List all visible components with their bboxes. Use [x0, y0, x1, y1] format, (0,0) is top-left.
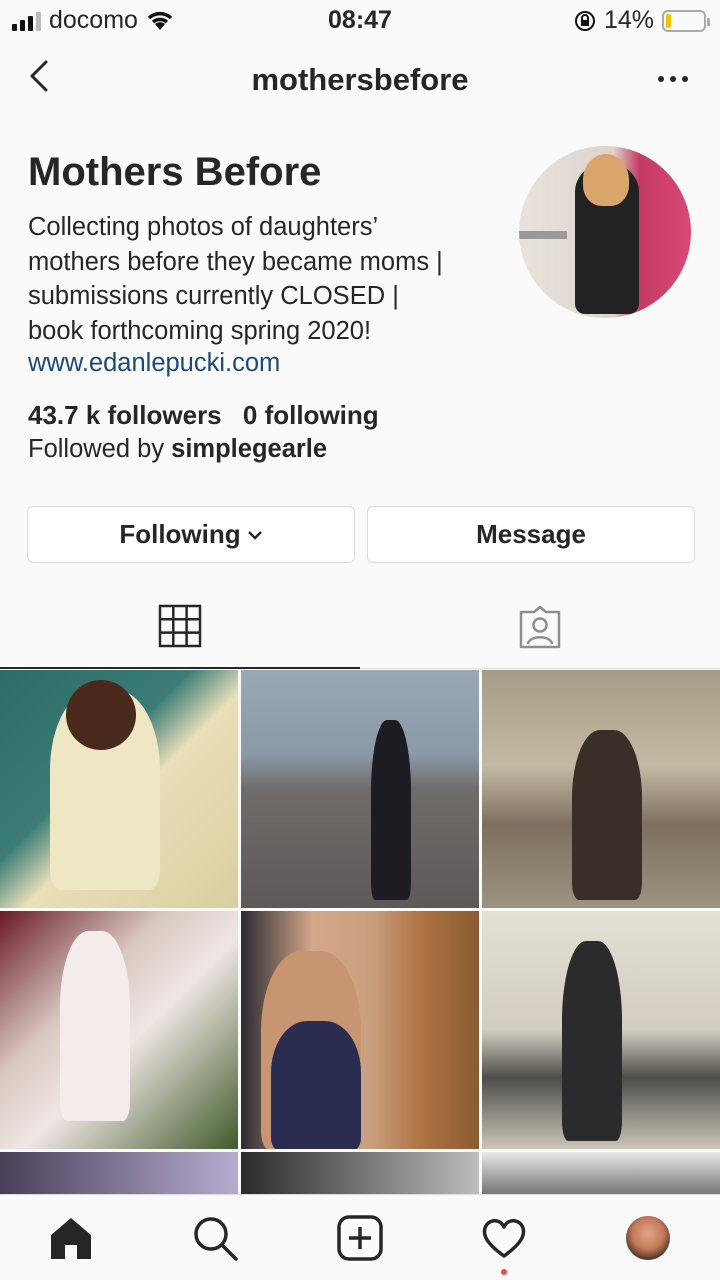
message-button[interactable]: Message	[367, 506, 695, 563]
post-thumbnail[interactable]	[482, 670, 720, 908]
bio-line: submissions currently CLOSED |	[28, 282, 399, 310]
bio-line: mothers before they became moms |	[28, 247, 443, 276]
post-thumbnail[interactable]	[241, 1152, 479, 1198]
post-thumbnail[interactable]	[241, 911, 479, 1149]
post-thumbnail[interactable]	[241, 670, 479, 908]
profile-tabs	[0, 585, 720, 669]
message-button-label: Message	[476, 519, 586, 549]
status-bar: docomo 08:47 14%	[0, 0, 720, 40]
post-thumbnail[interactable]	[0, 670, 238, 908]
orientation-lock-icon	[574, 10, 595, 31]
followed-by[interactable]: Followed by simplegearle	[28, 435, 327, 464]
chevron-down-icon	[247, 530, 262, 540]
profile-bio: Collecting photos of daughters’ mothers …	[28, 210, 508, 348]
post-thumbnail[interactable]	[0, 1152, 238, 1198]
post-thumbnail[interactable]	[482, 911, 720, 1149]
post-thumbnail[interactable]	[482, 1152, 720, 1198]
heart-icon[interactable]	[479, 1213, 529, 1263]
followed-by-user[interactable]: simplegearle	[171, 435, 327, 463]
tab-grid[interactable]	[0, 585, 360, 669]
profile-name: Mothers Before	[28, 150, 322, 194]
top-navbar: mothersbefore	[0, 40, 720, 120]
profile-website-link[interactable]: www.edanlepucki.com	[28, 349, 280, 378]
more-options-icon[interactable]	[658, 76, 688, 82]
username-title: mothersbefore	[251, 62, 469, 97]
search-icon[interactable]	[190, 1213, 240, 1263]
following-button-label: Following	[119, 519, 241, 549]
follow-counts: 43.7 k followers 0 following	[28, 400, 393, 431]
home-icon[interactable]	[46, 1213, 96, 1263]
grid-icon	[158, 604, 202, 648]
tab-tagged[interactable]	[360, 585, 720, 669]
posts-grid	[0, 670, 720, 1198]
followed-by-prefix: Followed by	[28, 435, 172, 463]
post-thumbnail[interactable]	[0, 911, 238, 1149]
add-post-icon[interactable]	[335, 1213, 385, 1263]
following-button[interactable]: Following	[27, 506, 355, 563]
notification-dot	[501, 1269, 507, 1275]
profile-tab[interactable]	[623, 1213, 673, 1263]
followers-count[interactable]: 43.7 k followers	[28, 400, 222, 430]
battery-icon	[662, 9, 710, 32]
profile-avatar[interactable]	[519, 146, 691, 318]
bio-line: book forthcoming spring 2020!	[28, 316, 372, 345]
battery-percent: 14%	[603, 6, 654, 34]
following-count[interactable]: 0 following	[243, 400, 379, 430]
bio-line: Collecting photos of daughters’	[28, 213, 379, 241]
bottom-navbar	[0, 1194, 720, 1280]
tagged-icon	[519, 605, 561, 649]
profile-avatar-small	[626, 1216, 670, 1260]
